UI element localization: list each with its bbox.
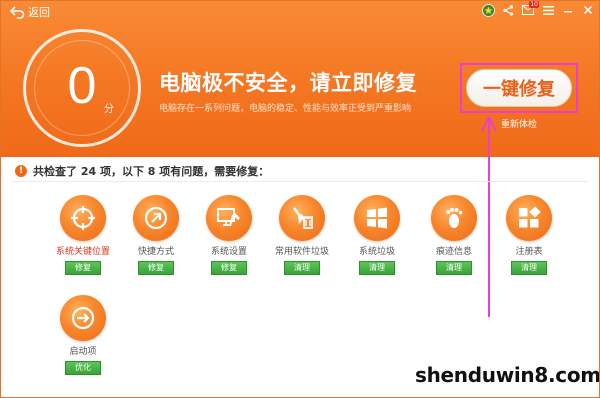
message-badge: 10 bbox=[529, 1, 539, 8]
app-logo-icon[interactable] bbox=[481, 3, 495, 17]
item-label: 系统关键位置 bbox=[55, 247, 110, 257]
message-icon[interactable]: 10 bbox=[521, 1, 539, 17]
window-controls: 10 bbox=[481, 1, 595, 17]
clean-button[interactable]: 清理 bbox=[284, 261, 320, 275]
footprint-icon bbox=[431, 195, 477, 241]
item-label: 注册表 bbox=[515, 247, 543, 257]
repair-button[interactable]: 修复 bbox=[65, 261, 101, 275]
clean-button[interactable]: 清理 bbox=[436, 261, 472, 275]
back-label: 返回 bbox=[28, 6, 50, 19]
monitor-wrench-icon bbox=[206, 195, 252, 241]
item-shortcuts[interactable]: 快捷方式 修复 bbox=[121, 195, 191, 275]
close-icon[interactable] bbox=[581, 3, 595, 17]
item-label: 痕迹信息 bbox=[435, 247, 472, 257]
one-click-fix-button[interactable]: 一键修复 bbox=[466, 69, 572, 107]
brush-trash-icon bbox=[279, 195, 325, 241]
window: 返回 10 0 分 电脑极不安全，请立即修复 电脑存在一系列问题，电脑的稳定、性… bbox=[0, 0, 600, 398]
registry-blocks-icon bbox=[506, 195, 552, 241]
repair-button[interactable]: 修复 bbox=[211, 261, 247, 275]
title-bar: 返回 10 bbox=[1, 1, 599, 23]
divider bbox=[11, 181, 589, 182]
item-startup[interactable]: 启动项 优化 bbox=[48, 295, 118, 375]
shortcut-arrow-icon bbox=[133, 195, 179, 241]
status-header: 返回 10 0 分 电脑极不安全，请立即修复 电脑存在一系列问题，电脑的稳定、性… bbox=[1, 1, 599, 157]
crosshair-icon bbox=[60, 195, 106, 241]
status-headline: 电脑极不安全，请立即修复 bbox=[159, 71, 417, 95]
recheck-link[interactable]: 重新体检 bbox=[501, 117, 537, 130]
scan-summary: ! 共检查了 24 项，以下 8 项有问题，需要修复： bbox=[15, 163, 269, 179]
item-software-junk[interactable]: 常用软件垃圾 清理 bbox=[267, 195, 337, 275]
clean-button[interactable]: 清理 bbox=[511, 261, 547, 275]
optimize-button[interactable]: 优化 bbox=[65, 361, 101, 375]
item-system-key-locations[interactable]: 系统关键位置 修复 bbox=[48, 195, 118, 275]
item-label: 常用软件垃圾 bbox=[274, 247, 329, 257]
health-score-unit: 分 bbox=[104, 104, 114, 115]
health-score-ring: 0 分 bbox=[23, 29, 141, 147]
clean-button[interactable]: 清理 bbox=[359, 261, 395, 275]
item-label: 快捷方式 bbox=[137, 247, 174, 257]
site-watermark: shenduwin8.com bbox=[415, 363, 600, 387]
item-system-settings[interactable]: 系统设置 修复 bbox=[194, 195, 264, 275]
startup-arrow-icon bbox=[60, 295, 106, 341]
back-button[interactable]: 返回 bbox=[9, 4, 50, 20]
item-label: 系统垃圾 bbox=[358, 247, 395, 257]
repair-button[interactable]: 修复 bbox=[138, 261, 174, 275]
status-subline: 电脑存在一系列问题，电脑的稳定、性能与效率正受到严重影响 bbox=[159, 104, 412, 114]
item-label: 系统设置 bbox=[210, 247, 247, 257]
scan-summary-text: 共检查了 24 项，以下 8 项有问题，需要修复： bbox=[33, 165, 270, 178]
windows-logo-icon bbox=[354, 195, 400, 241]
item-label: 启动项 bbox=[69, 347, 97, 357]
item-system-junk[interactable]: 系统垃圾 清理 bbox=[342, 195, 412, 275]
item-registry[interactable]: 注册表 清理 bbox=[494, 195, 564, 275]
item-trace-info[interactable]: 痕迹信息 清理 bbox=[419, 195, 489, 275]
share-icon[interactable] bbox=[501, 3, 515, 17]
health-score-value: 0 bbox=[67, 57, 97, 115]
minimize-icon[interactable] bbox=[561, 3, 575, 17]
back-arrow-icon bbox=[9, 6, 25, 19]
menu-icon[interactable] bbox=[541, 3, 555, 17]
warning-icon: ! bbox=[15, 165, 27, 177]
